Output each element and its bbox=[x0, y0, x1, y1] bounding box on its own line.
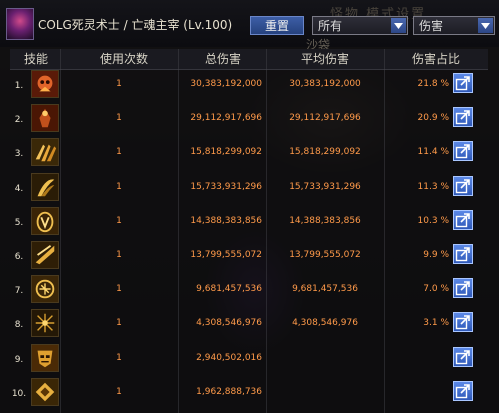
export-icon[interactable] bbox=[453, 73, 473, 93]
total-damage: 15,818,299,092 bbox=[190, 147, 262, 158]
rank-number: 7. bbox=[14, 286, 24, 297]
total-damage: 15,733,931,296 bbox=[190, 181, 262, 192]
skill-icon-wing-fan bbox=[31, 241, 59, 269]
column-header-total: 总伤害 bbox=[204, 52, 241, 66]
average-damage: 9,681,457,536 bbox=[292, 284, 358, 295]
average-damage: 15,818,299,092 bbox=[289, 147, 361, 158]
chevron-down-icon[interactable] bbox=[391, 18, 406, 33]
table-row: 4. 1 15,733,931,296 15,733,931,296 11.3 % bbox=[0, 172, 499, 207]
table-header: 技能 使用次数 总伤害 平均伤害 伤害占比 bbox=[10, 49, 488, 70]
total-damage: 9,681,457,536 bbox=[196, 284, 262, 295]
damage-share: 3.1 % bbox=[423, 318, 449, 329]
skill-icon-gold-sigil bbox=[31, 377, 59, 406]
character-avatar bbox=[6, 8, 34, 40]
column-header-percent: 伤害占比 bbox=[411, 52, 460, 66]
table-row: 5. 1 14,388,383,856 14,388,383,856 10.3 % bbox=[0, 206, 499, 241]
average-damage: 4,308,546,976 bbox=[292, 318, 358, 329]
stat-type-select[interactable]: 伤害 bbox=[413, 16, 495, 35]
damage-share: 9.9 % bbox=[423, 250, 449, 260]
reset-button[interactable]: 重置 bbox=[250, 16, 304, 35]
skill-icon-claw-slash bbox=[31, 172, 59, 201]
rank-number: 6. bbox=[14, 252, 24, 262]
skill-icon-dark-figure bbox=[31, 104, 59, 133]
damage-share: 11.4 % bbox=[417, 147, 449, 158]
export-icon[interactable] bbox=[453, 244, 473, 264]
character-title: COLG死灵术士 / 亡魂主宰 (Lv.100) bbox=[38, 18, 233, 32]
export-icon[interactable] bbox=[453, 346, 473, 367]
average-damage: 15,733,931,296 bbox=[289, 181, 361, 192]
total-damage: 14,388,383,856 bbox=[190, 215, 262, 226]
total-damage: 4,308,546,976 bbox=[196, 318, 262, 329]
damage-share: 20.9 % bbox=[417, 113, 449, 124]
export-icon[interactable] bbox=[453, 141, 473, 162]
damage-share: 10.3 % bbox=[417, 215, 449, 226]
table-row: 8. 1 4,308,546,976 4,308,546,976 3.1 % bbox=[0, 309, 499, 343]
average-damage: 30,383,192,000 bbox=[289, 79, 361, 89]
total-damage: 13,799,555,072 bbox=[190, 250, 262, 260]
export-icon[interactable] bbox=[453, 175, 473, 196]
use-count: 1 bbox=[116, 113, 122, 124]
export-icon[interactable] bbox=[453, 380, 473, 401]
use-count: 1 bbox=[116, 352, 122, 363]
average-damage: 29,112,917,696 bbox=[289, 113, 361, 124]
target-filter-select[interactable]: 所有 bbox=[312, 16, 408, 35]
use-count: 1 bbox=[116, 386, 122, 397]
rank-number: 4. bbox=[14, 183, 24, 194]
use-count: 1 bbox=[116, 215, 122, 226]
skill-icon-flame-skull bbox=[31, 70, 59, 98]
rank-number: 9. bbox=[14, 354, 24, 365]
rank-number: 3. bbox=[14, 149, 24, 160]
export-icon[interactable] bbox=[453, 209, 473, 230]
export-icon[interactable] bbox=[453, 107, 473, 128]
total-damage: 1,962,888,736 bbox=[196, 386, 262, 397]
target-filter-value: 所有 bbox=[318, 19, 343, 33]
rank-number: 10. bbox=[11, 388, 27, 399]
export-icon[interactable] bbox=[453, 278, 473, 299]
chevron-down-icon[interactable] bbox=[478, 18, 493, 33]
table-row: 10. 1 1,962,888,736 bbox=[0, 377, 499, 412]
skill-icon-demon-mask bbox=[31, 343, 59, 372]
column-header-skill: 技能 bbox=[23, 52, 48, 66]
rank-number: 1. bbox=[14, 81, 24, 91]
use-count: 1 bbox=[116, 250, 122, 260]
export-icon[interactable] bbox=[453, 312, 473, 333]
use-count: 1 bbox=[116, 147, 122, 158]
use-count: 1 bbox=[116, 284, 122, 295]
skill-icon-spirit-hand bbox=[31, 206, 59, 235]
skill-icon-shatter bbox=[31, 309, 59, 338]
panel-header: COLG死灵术士 / 亡魂主宰 (Lv.100) 怪物 模式设置 重置 所有 伤… bbox=[0, 0, 499, 52]
rank-number: 2. bbox=[14, 115, 24, 126]
column-header-average: 平均伤害 bbox=[300, 52, 349, 66]
table-row: 2. 1 29,112,917,696 29,112,917,696 20.9 % bbox=[0, 104, 499, 138]
column-header-count: 使用次数 bbox=[99, 52, 148, 66]
stat-type-value: 伤害 bbox=[419, 19, 444, 33]
total-damage: 29,112,917,696 bbox=[190, 113, 262, 124]
damage-share: 11.3 % bbox=[417, 181, 449, 192]
table-row: 9. 1 2,940,502,016 bbox=[0, 343, 499, 378]
rank-number: 5. bbox=[14, 217, 24, 228]
average-damage: 13,799,555,072 bbox=[289, 250, 361, 260]
table-row: 7. 1 9,681,457,536 9,681,457,536 7.0 % bbox=[0, 275, 499, 309]
total-damage: 2,940,502,016 bbox=[196, 352, 262, 363]
skill-icon-rune-circle bbox=[31, 275, 59, 304]
skill-icon-claw-strike bbox=[31, 138, 59, 167]
table-row: 1. 1 30,383,192,000 30,383,192,000 21.8 % bbox=[0, 70, 499, 104]
table-row: 3. 1 15,818,299,092 15,818,299,092 11.4 % bbox=[0, 138, 499, 172]
table-row: 6. 1 13,799,555,072 13,799,555,072 9.9 % bbox=[0, 241, 499, 275]
use-count: 1 bbox=[116, 181, 122, 192]
damage-share: 21.8 % bbox=[417, 79, 449, 89]
use-count: 1 bbox=[116, 79, 122, 89]
average-damage: 14,388,383,856 bbox=[289, 215, 361, 226]
damage-share: 7.0 % bbox=[423, 284, 449, 295]
rank-number: 8. bbox=[14, 320, 24, 331]
use-count: 1 bbox=[116, 318, 122, 329]
total-damage: 30,383,192,000 bbox=[190, 79, 262, 89]
